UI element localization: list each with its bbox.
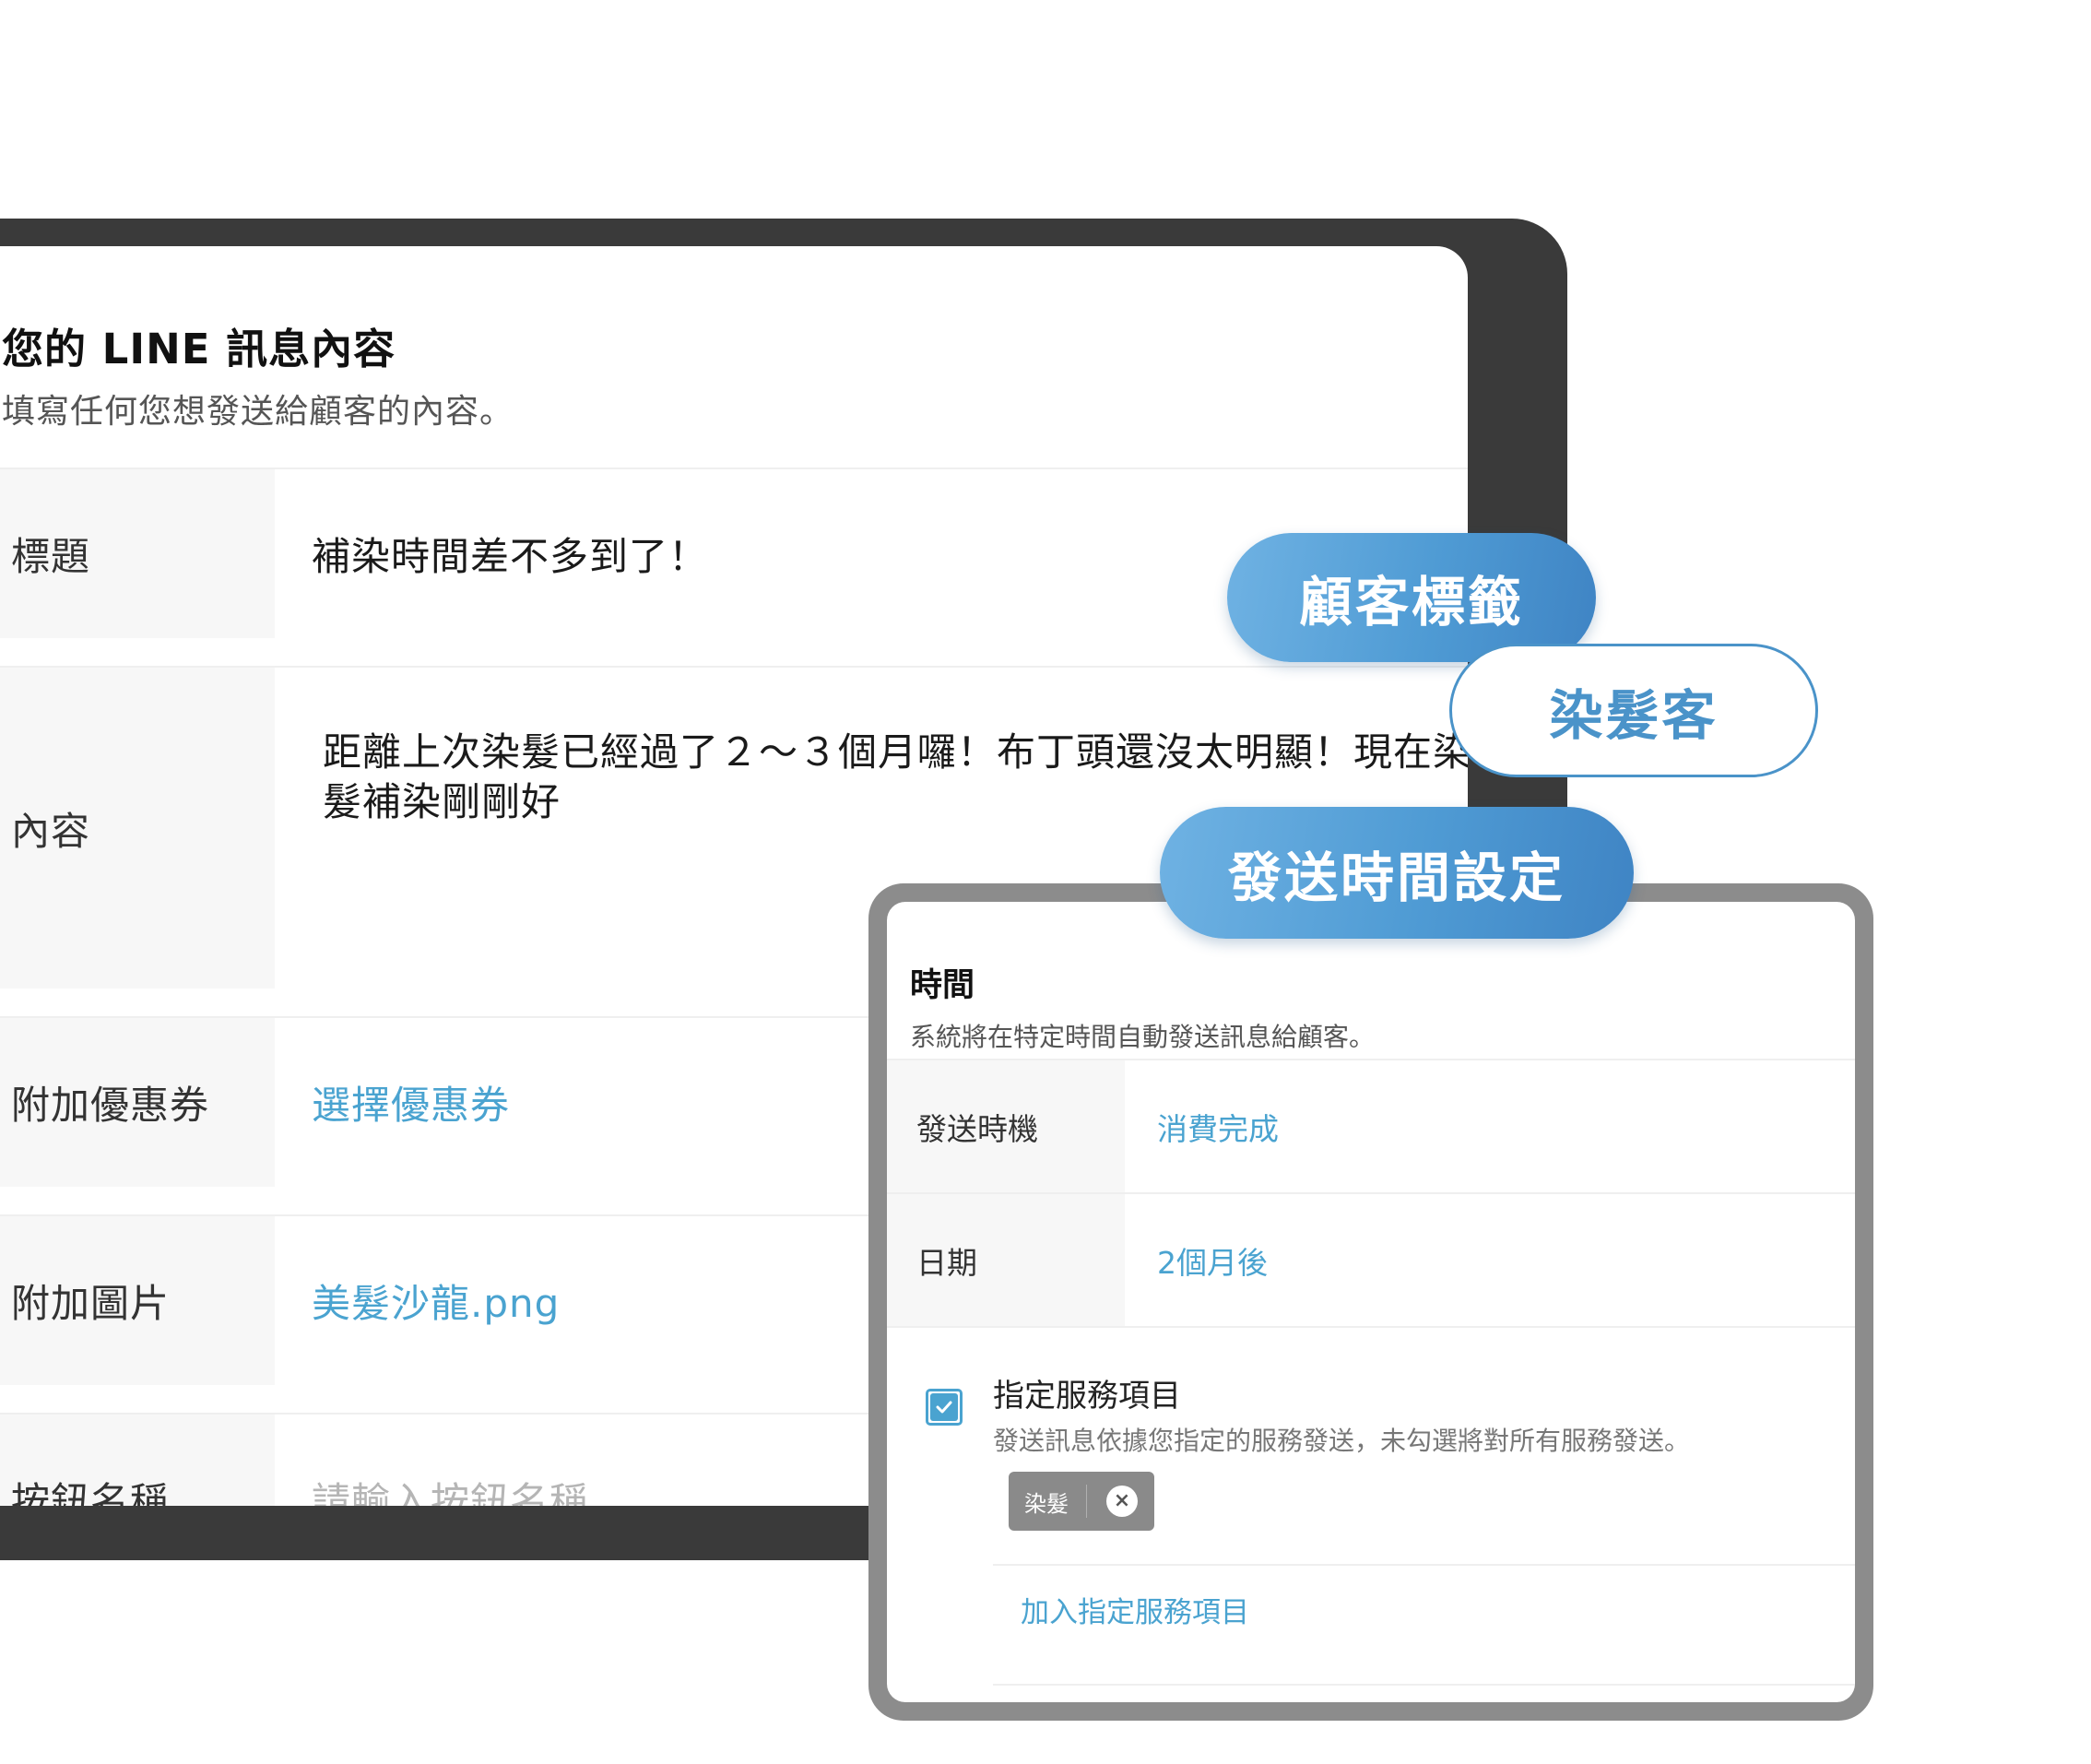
coupon-label: 附加優惠券 [0,1018,275,1187]
select-coupon-link[interactable]: 選擇優惠券 [312,1018,510,1187]
dye-customer-tag-pill[interactable]: 染髮客 [1449,644,1818,777]
date-select[interactable]: 2個月後 [1157,1194,1268,1326]
time-settings-screen: 時間 系統將在特定時間自動發送訊息給顧客。 發送時機 消費完成 日期 2個月後 … [887,902,1855,1702]
check-icon [930,1393,958,1421]
send-timing-select[interactable]: 消費完成 [1157,1060,1279,1192]
title-label: 標題 [0,469,275,638]
button-name-input[interactable]: 請輸入按鈕名稱 [312,1415,589,1506]
button-name-label: 按鈕名稱 [0,1415,275,1506]
close-icon[interactable]: × [1106,1486,1138,1517]
chip-separator [1086,1485,1087,1518]
page-subtitle: 填寫任何您想發送給顧客的內容。 [2,393,514,431]
content-label: 內容 [0,668,275,989]
divider [887,1326,1855,1328]
image-file-link[interactable]: 美髮沙龍.png [312,1216,560,1385]
image-label: 附加圖片 [0,1216,275,1385]
service-chip: 染髮 × [1009,1472,1154,1531]
customer-tag-pill: 顧客標籤 [1227,533,1596,662]
stage: 您的 LINE 訊息內容 填寫任何您想發送給顧客的內容。 標題 補染時間差不多到… [0,0,2091,1764]
tablet-frame-time-settings: 時間 系統將在特定時間自動發送訊息給顧客。 發送時機 消費完成 日期 2個月後 … [868,883,1873,1721]
divider [993,1684,1855,1686]
date-label: 日期 [887,1194,1125,1326]
service-subtitle: 發送訊息依據您指定的服務發送，未勾選將對所有服務發送。 [993,1426,1691,1456]
time-section-title: 時間 [910,967,975,1004]
divider [993,1564,1855,1566]
send-time-setting-pill: 發送時間設定 [1160,807,1634,939]
service-chip-label: 染髮 [1024,1490,1069,1517]
send-timing-label: 發送時機 [887,1060,1125,1192]
service-title: 指定服務項目 [993,1378,1181,1415]
title-input[interactable]: 補染時間差不多到了！ [312,469,708,638]
add-service-link[interactable]: 加入指定服務項目 [1021,1589,1249,1630]
service-checkbox[interactable] [926,1389,963,1426]
time-section-subtitle: 系統將在特定時間自動發送訊息給顧客。 [910,1022,1376,1052]
row-date: 日期 2個月後 [887,1192,1855,1326]
page-title: 您的 LINE 訊息內容 [2,325,396,373]
row-send-timing: 發送時機 消費完成 [887,1059,1855,1192]
